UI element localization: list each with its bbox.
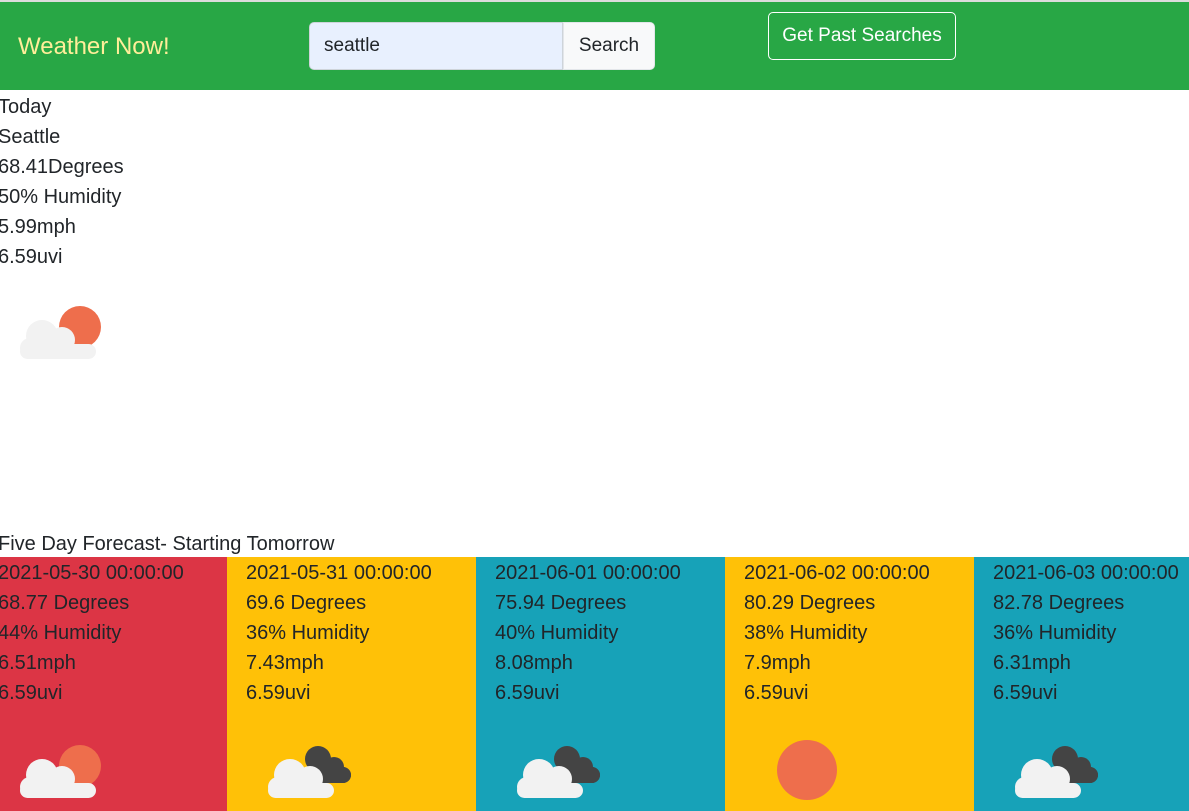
forecast-temp: 69.6 Degrees <box>246 592 367 614</box>
forecast-temp: 82.78 Degrees <box>993 592 1125 614</box>
forecast-temp: 68.77 Degrees <box>0 592 130 614</box>
forecast-date: 2021-05-31 00:00:00 <box>246 562 432 584</box>
forecast-humidity: 36% Humidity <box>246 622 370 644</box>
forecast-card: 2021-06-03 00:00:00 82.78 Degrees 36% Hu… <box>974 557 1189 811</box>
forecast-humidity: 38% Humidity <box>744 622 868 644</box>
brand-title[interactable]: Weather Now! <box>18 32 170 62</box>
sun-behind-cloud-icon <box>12 292 112 372</box>
forecast-heading: Five Day Forecast- Starting Tomorrow <box>0 533 335 555</box>
cloudy-icon <box>258 731 358 811</box>
forecast-humidity: 44% Humidity <box>0 622 122 644</box>
forecast-card: 2021-05-30 00:00:00 68.77 Degrees 44% Hu… <box>0 557 227 811</box>
search-button[interactable]: Search <box>563 22 655 70</box>
today-wind: 5.99mph <box>0 216 76 238</box>
forecast-wind: 8.08mph <box>495 652 573 674</box>
forecast-cards: 2021-05-30 00:00:00 68.77 Degrees 44% Hu… <box>0 557 1189 811</box>
forecast-humidity: 36% Humidity <box>993 622 1117 644</box>
forecast-card: 2021-05-31 00:00:00 69.6 Degrees 36% Hum… <box>227 557 476 811</box>
cloudy-icon <box>507 731 607 811</box>
today-humidity: 50% Humidity <box>0 186 122 208</box>
forecast-uvi: 6.59uvi <box>744 682 809 704</box>
forecast-humidity: 40% Humidity <box>495 622 619 644</box>
today-temp: 68.41Degrees <box>0 156 124 178</box>
forecast-wind: 7.9mph <box>744 652 811 674</box>
today-uvi: 6.59uvi <box>0 246 63 268</box>
navbar: Weather Now! Search Get Past Searches <box>0 2 1189 90</box>
forecast-uvi: 6.59uvi <box>993 682 1058 704</box>
forecast-wind: 7.43mph <box>246 652 324 674</box>
forecast-wind: 6.31mph <box>993 652 1071 674</box>
forecast-uvi: 6.59uvi <box>0 682 63 704</box>
forecast-card: 2021-06-01 00:00:00 75.94 Degrees 40% Hu… <box>476 557 725 811</box>
today-label: Today <box>0 96 52 118</box>
forecast-temp: 80.29 Degrees <box>744 592 876 614</box>
forecast-date: 2021-06-03 00:00:00 <box>993 562 1179 584</box>
forecast-date: 2021-05-30 00:00:00 <box>0 562 184 584</box>
forecast-date: 2021-06-01 00:00:00 <box>495 562 681 584</box>
forecast-uvi: 6.59uvi <box>246 682 311 704</box>
forecast-temp: 75.94 Degrees <box>495 592 627 614</box>
forecast-card: 2021-06-02 00:00:00 80.29 Degrees 38% Hu… <box>725 557 974 811</box>
forecast-wind: 6.51mph <box>0 652 76 674</box>
sun-behind-cloud-icon <box>12 731 112 811</box>
cloudy-icon <box>1005 731 1105 811</box>
forecast-date: 2021-06-02 00:00:00 <box>744 562 930 584</box>
today-city: Seattle <box>0 126 61 148</box>
sun-icon <box>756 731 856 811</box>
forecast-uvi: 6.59uvi <box>495 682 560 704</box>
past-searches-button[interactable]: Get Past Searches <box>768 12 956 60</box>
today-panel: Today Seattle 68.41Degrees 50% Humidity … <box>0 92 124 272</box>
search-input[interactable] <box>309 22 563 70</box>
